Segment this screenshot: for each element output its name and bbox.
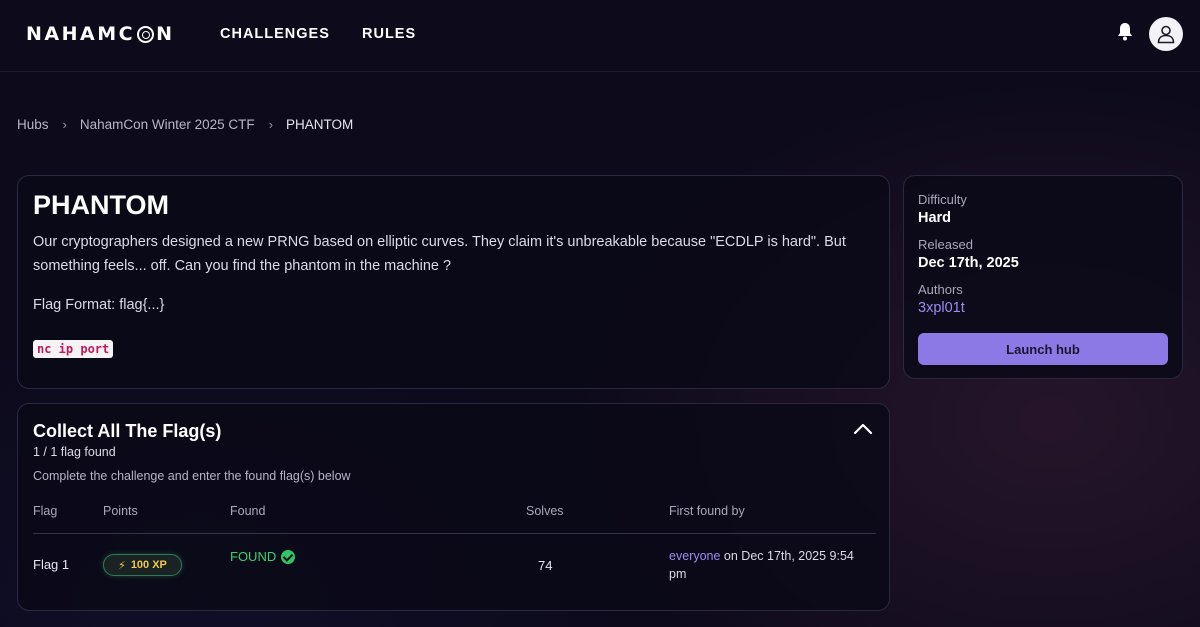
authors-label: Authors <box>918 282 963 297</box>
user-icon <box>1157 25 1175 44</box>
bell-icon[interactable] <box>1116 22 1134 42</box>
challenge-info-card: Difficulty Hard Released Dec 17th, 2025 … <box>903 175 1183 379</box>
logo-o-icon <box>137 25 155 43</box>
found-label: FOUND <box>230 549 277 564</box>
first-found-user-link[interactable]: everyone <box>669 549 720 563</box>
column-header-flag: Flag <box>33 504 58 518</box>
chevron-right-icon: › <box>62 117 67 132</box>
flag-format: Flag Format: flag{...} <box>33 297 165 313</box>
difficulty-value: Hard <box>918 210 952 226</box>
breadcrumb-hubs[interactable]: Hubs <box>17 117 49 132</box>
challenge-card: PHANTOM Our cryptographers designed a ne… <box>17 175 890 389</box>
avatar[interactable] <box>1149 17 1183 51</box>
breadcrumb-current: PHANTOM <box>286 117 354 132</box>
flags-card: Collect All The Flag(s) 1 / 1 flag found… <box>17 403 890 611</box>
logo-text-end: N <box>156 23 175 45</box>
nav-rules[interactable]: RULES <box>362 26 416 42</box>
top-header: NAHAMC N CHALLENGES RULES <box>0 0 1200 72</box>
found-status: FOUND <box>230 549 296 564</box>
column-header-found: Found <box>230 504 266 518</box>
nav-challenges[interactable]: CHALLENGES <box>220 26 330 42</box>
chevron-up-icon[interactable] <box>853 422 873 436</box>
column-header-first-found: First found by <box>669 504 745 518</box>
connection-command: nc ip port <box>33 340 114 358</box>
first-found-by: everyone on Dec 17th, 2025 9:54 pm <box>669 547 869 583</box>
nahamcon-logo[interactable]: NAHAMC N <box>26 23 174 45</box>
logo-text: NAHAMC <box>26 23 136 45</box>
challenge-description: Our cryptographers designed a new PRNG b… <box>33 234 846 274</box>
flag-name: Flag 1 <box>33 557 70 572</box>
launch-hub-button[interactable]: Launch hub <box>918 333 1168 365</box>
lightning-icon: ⚡ <box>118 559 126 572</box>
column-header-points: Points <box>103 504 138 518</box>
flags-found-count: 1 / 1 flag found <box>33 445 116 459</box>
xp-value: 100 XP <box>130 559 167 571</box>
chevron-right-icon: › <box>268 117 274 132</box>
flags-title: Collect All The Flag(s) <box>33 421 222 441</box>
challenge-title: PHANTOM <box>33 190 170 220</box>
check-circle-icon <box>281 549 296 564</box>
xp-badge: ⚡ 100 XP <box>103 554 182 576</box>
author-link[interactable]: 3xpl01t <box>918 300 965 316</box>
flags-instructions: Complete the challenge and enter the fou… <box>33 469 351 483</box>
difficulty-label: Difficulty <box>918 192 967 207</box>
table-divider <box>33 533 876 534</box>
released-label: Released <box>918 237 973 252</box>
released-value: Dec 17th, 2025 <box>918 255 1019 271</box>
column-header-solves: Solves <box>526 504 564 518</box>
breadcrumb-ctf[interactable]: NahamCon Winter 2025 CTF <box>80 117 255 132</box>
solves-count: 74 <box>538 558 553 573</box>
breadcrumb: Hubs › NahamCon Winter 2025 CTF › PHANTO… <box>17 117 353 132</box>
